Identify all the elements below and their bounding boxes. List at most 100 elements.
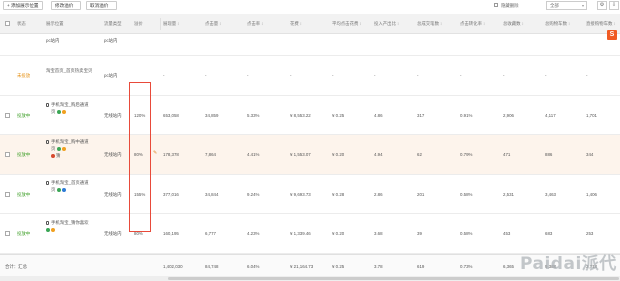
gear-icon[interactable]: ⚙ <box>597 1 607 10</box>
emoji-icon <box>56 146 61 151</box>
metric-cpc: ¥ 0.28 <box>332 192 345 197</box>
metric-roi: 4.94 <box>374 152 383 157</box>
metric-clicks: 6,777 <box>205 231 216 236</box>
metric-favorites: 453 <box>503 231 511 236</box>
add-position-button[interactable]: + 添加展示位置 <box>3 1 43 10</box>
position-name: 手机淘宝_购中通道 <box>46 139 89 145</box>
col-cvr[interactable]: 点击转化率↕ <box>460 14 485 34</box>
total-cpc: ¥ 0.25 <box>332 264 345 269</box>
metric-cost: ¥ 1,339.46 <box>290 231 311 236</box>
metric-direct-carts: 1,701 <box>586 113 597 118</box>
col-cpc[interactable]: 平均点击花费↕ <box>332 14 362 34</box>
position-name-line2: 页 <box>51 109 67 115</box>
metric-impressions: 160,195 <box>163 231 179 236</box>
premium-highlight-box <box>129 82 151 232</box>
metric-ctr: 4.23% <box>247 231 260 236</box>
metric-clicks: 34,859 <box>205 113 219 118</box>
col-impressions[interactable]: 展现量↕ <box>163 14 179 34</box>
horizontal-scrollbar[interactable] <box>0 276 620 281</box>
metric-direct-carts: - <box>586 73 588 78</box>
total-orders: 619 <box>417 264 425 269</box>
emoji-icon <box>61 109 66 114</box>
col-cpc-label: 平均点击花费 <box>332 21 359 26</box>
hide-deleted-label: 隐藏删除 <box>501 3 519 8</box>
metric-favorites: 2,531 <box>503 192 514 197</box>
sort-icon: ↕ <box>219 21 222 26</box>
download-icon[interactable]: ⇩ <box>609 1 619 10</box>
position-name: pc站内 <box>46 38 60 43</box>
col-roi-label: 投入产出比 <box>374 21 396 26</box>
emoji-icon <box>61 146 66 151</box>
metric-cvr: 0.91% <box>460 113 473 118</box>
metric-impressions: 377,016 <box>163 192 179 197</box>
status-badge: 未投放 <box>17 73 31 78</box>
metric-clicks: 7,864 <box>205 152 216 157</box>
table-header: 状态 展示位置 流量类型 溢价 展现量↕ 点击量↕ 点击率↕ 花费↕ 平均点击花… <box>0 14 620 34</box>
sort-icon: ↕ <box>261 21 264 26</box>
phone-icon <box>46 139 49 144</box>
hide-deleted-checkbox[interactable] <box>494 3 498 7</box>
toolbar: + 添加展示位置 修改溢价 取消溢价 隐藏删除 全部 ▾ ⚙ ⇩ <box>0 0 620 14</box>
scrollbar-thumb[interactable] <box>168 277 619 280</box>
metric-impressions: 653,058 <box>163 113 179 118</box>
table-row: pc站内 pc站内 <box>0 34 620 56</box>
traffic-type: pc站内 <box>104 73 118 78</box>
metric-orders: 317 <box>417 113 425 118</box>
row-checkbox[interactable] <box>5 152 10 157</box>
edit-pencil-icon[interactable]: ✎ <box>153 150 157 156</box>
emoji-icon <box>56 187 61 192</box>
column-divider <box>160 18 161 30</box>
col-direct-carts-label: 直接购物车数 <box>586 21 613 26</box>
metric-roi: - <box>374 73 376 78</box>
emoji-icon <box>56 109 61 114</box>
col-ctr[interactable]: 点击率↕ <box>247 14 263 34</box>
position-name-text: 页 <box>51 146 56 151</box>
row-checkbox[interactable] <box>5 231 10 236</box>
col-orders-label: 总成交笔数 <box>417 21 439 26</box>
col-orders[interactable]: 总成交笔数↕ <box>417 14 442 34</box>
metric-ctr: 9.24% <box>247 192 260 197</box>
position-name-text: 手机淘宝_首页通道 <box>51 180 89 185</box>
position-name: 手机淘宝_购后通道 <box>46 102 89 108</box>
col-roi[interactable]: 投入产出比↕ <box>374 14 399 34</box>
row-checkbox[interactable] <box>5 192 10 197</box>
metric-carts: 3,463 <box>545 192 556 197</box>
traffic-type: pc站内 <box>104 38 118 43</box>
col-premium: 溢价 <box>134 21 143 26</box>
sort-icon: ↕ <box>177 21 180 26</box>
range-select[interactable]: 全部 ▾ <box>546 1 587 10</box>
select-all-checkbox[interactable] <box>5 21 10 26</box>
metric-cvr: 0.79% <box>460 152 473 157</box>
col-favorites[interactable]: 总收藏数↕ <box>503 14 524 34</box>
col-carts[interactable]: 总购物车数↕ <box>545 14 570 34</box>
sort-icon: ↕ <box>396 21 400 26</box>
phone-icon <box>46 220 49 225</box>
col-clicks-label: 点击量 <box>205 21 219 26</box>
cancel-premium-button[interactable]: 取消溢价 <box>86 1 117 10</box>
col-cvr-label: 点击转化率 <box>460 21 482 26</box>
table-row: 投放中 手机淘宝_购后通道 页 无线站内 120% 653,058 34,859… <box>0 96 620 135</box>
col-status: 状态 <box>17 21 26 26</box>
position-name-text: 猜 <box>56 153 61 158</box>
total-impressions: 1,402,030 <box>163 264 183 269</box>
sort-icon: ↕ <box>613 21 616 26</box>
col-cost[interactable]: 花费↕ <box>290 14 302 34</box>
position-name: 淘宝首页_首页热卖宝贝 <box>46 68 93 73</box>
position-name-line3: 猜 <box>51 153 60 159</box>
position-name-text: 手机淘宝_购中通道 <box>51 139 89 144</box>
traffic-type: 无线站内 <box>104 152 122 157</box>
edit-premium-button[interactable]: 修改溢价 <box>51 1 81 10</box>
col-clicks[interactable]: 点击量↕ <box>205 14 221 34</box>
col-cost-label: 花费 <box>290 21 299 26</box>
col-carts-label: 总购物车数 <box>545 21 567 26</box>
col-impressions-label: 展现量 <box>163 21 177 26</box>
sort-icon: ↕ <box>567 21 571 26</box>
metric-clicks: 34,844 <box>205 192 219 197</box>
paidai-watermark: Paidai派代 <box>520 254 617 274</box>
emoji-icon <box>51 153 55 158</box>
metric-ctr: 4.41% <box>247 152 260 157</box>
sort-icon: ↕ <box>521 21 524 26</box>
row-checkbox[interactable] <box>5 113 10 118</box>
position-name-text: 页 <box>51 109 56 114</box>
brand-logo-icon: S <box>607 30 617 40</box>
